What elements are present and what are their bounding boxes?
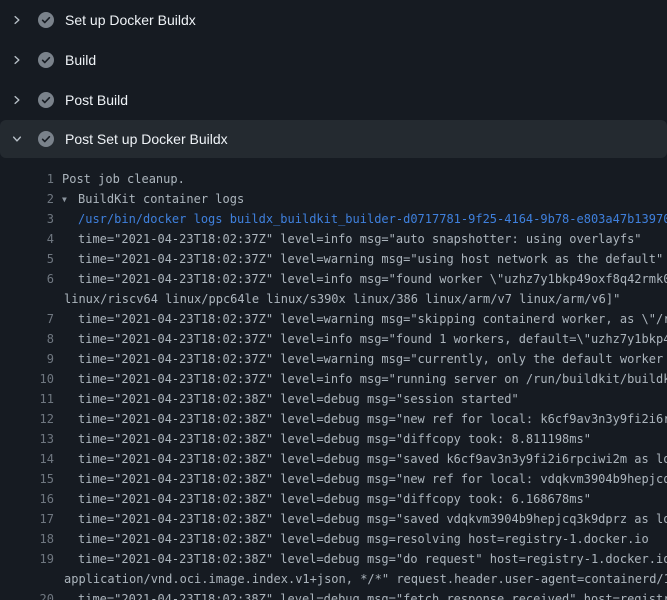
log-text: time="2021-04-23T18:02:37Z" level=warnin… [54,249,663,269]
log-text: time="2021-04-23T18:02:38Z" level=debug … [54,389,519,409]
log-line: 20time="2021-04-23T18:02:38Z" level=debu… [0,589,667,600]
chevron-down-icon[interactable] [11,133,23,145]
log-line-number[interactable]: 6 [0,269,54,289]
log-text: time="2021-04-23T18:02:38Z" level=debug … [54,449,667,469]
log-line: 8time="2021-04-23T18:02:37Z" level=info … [0,329,667,349]
log-text: time="2021-04-23T18:02:38Z" level=debug … [54,469,667,489]
log-line-number[interactable]: 15 [0,469,54,489]
chevron-right-icon[interactable] [11,94,23,106]
log-line-number[interactable]: 19 [0,549,54,569]
step-header-post-build[interactable]: Post Build [0,80,667,120]
log-line-number[interactable]: 11 [0,389,54,409]
log-line: 14time="2021-04-23T18:02:38Z" level=debu… [0,449,667,469]
log-line-number[interactable]: 5 [0,249,54,269]
log-line-number[interactable]: 16 [0,489,54,509]
log-text: time="2021-04-23T18:02:38Z" level=debug … [54,509,667,529]
log-line-number [0,289,54,309]
log-line-number[interactable]: 4 [0,229,54,249]
log-text: time="2021-04-23T18:02:37Z" level=info m… [54,329,667,349]
log-command-text: /usr/bin/docker logs buildx_buildkit_bui… [54,209,667,229]
log-text: time="2021-04-23T18:02:38Z" level=debug … [54,489,591,509]
log-text: application/vnd.oci.image.index.v1+json,… [54,569,667,589]
log-text: Post job cleanup. [54,169,185,189]
log-text: time="2021-04-23T18:02:38Z" level=debug … [54,589,667,600]
log-line: 1Post job cleanup. [0,169,667,189]
log-line: 15time="2021-04-23T18:02:38Z" level=debu… [0,469,667,489]
log-line-number[interactable]: 9 [0,349,54,369]
log-line-number[interactable]: 2 [0,189,54,209]
log-line: 18time="2021-04-23T18:02:38Z" level=debu… [0,529,667,549]
log-line: 11time="2021-04-23T18:02:38Z" level=debu… [0,389,667,409]
log-line: 16time="2021-04-23T18:02:38Z" level=debu… [0,489,667,509]
check-circle-icon [38,131,54,147]
log-line-continuation: linux/riscv64 linux/ppc64le linux/s390x … [0,289,667,309]
log-line-number[interactable]: 20 [0,589,54,600]
log-line-number[interactable]: 8 [0,329,54,349]
step-list: Set up Docker Buildx Build Post Build Post … [0,0,667,158]
log-text: linux/riscv64 linux/ppc64le linux/s390x … [54,289,620,309]
log-line: 17time="2021-04-23T18:02:38Z" level=debu… [0,509,667,529]
log-text: time="2021-04-23T18:02:37Z" level=info m… [54,229,642,249]
log-line: 19time="2021-04-23T18:02:38Z" level=debu… [0,549,667,569]
log-text: time="2021-04-23T18:02:38Z" level=debug … [54,529,649,549]
log-line: 12time="2021-04-23T18:02:38Z" level=debu… [0,409,667,429]
log-line-continuation: application/vnd.oci.image.index.v1+json,… [0,569,667,589]
step-label: Set up Docker Buildx [65,12,196,28]
step-header-post-set-up-docker-buildx[interactable]: Post Set up Docker Buildx [0,120,667,158]
log-line-number[interactable]: 12 [0,409,54,429]
log-line-number [0,569,54,589]
log-text: time="2021-04-23T18:02:37Z" level=warnin… [54,309,667,329]
log-text: time="2021-04-23T18:02:37Z" level=info m… [54,369,667,389]
log-line-number[interactable]: 1 [0,169,54,189]
log-line: 4time="2021-04-23T18:02:37Z" level=info … [0,229,667,249]
step-header-build[interactable]: Build [0,40,667,80]
log-text: time="2021-04-23T18:02:38Z" level=debug … [54,549,667,569]
chevron-right-icon[interactable] [11,14,23,26]
check-circle-icon [38,12,54,28]
log-text: time="2021-04-23T18:02:38Z" level=debug … [54,429,591,449]
log-line-number[interactable]: 10 [0,369,54,389]
step-header-set-up-docker-buildx[interactable]: Set up Docker Buildx [0,0,667,40]
log-line-number[interactable]: 14 [0,449,54,469]
log-text: time="2021-04-23T18:02:38Z" level=debug … [54,409,667,429]
log-line: 7time="2021-04-23T18:02:37Z" level=warni… [0,309,667,329]
log-line-number[interactable]: 3 [0,209,54,229]
log-line: 13time="2021-04-23T18:02:38Z" level=debu… [0,429,667,449]
step-label: Build [65,52,96,68]
log-line: 2▼BuildKit container logs [0,189,667,209]
log-lines: 1Post job cleanup.2▼BuildKit container l… [0,158,667,600]
log-line: 6time="2021-04-23T18:02:37Z" level=info … [0,269,667,289]
log-group-toggle[interactable]: ▼BuildKit container logs [54,189,244,209]
log-group-title[interactable]: BuildKit container logs [78,192,244,206]
actions-log-viewer: Set up Docker Buildx Build Post Build Post … [0,0,667,600]
log-line-number[interactable]: 18 [0,529,54,549]
check-circle-icon [38,92,54,108]
step-label: Post Set up Docker Buildx [65,131,228,147]
log-line: 10time="2021-04-23T18:02:37Z" level=info… [0,369,667,389]
step-label: Post Build [65,92,128,108]
triangle-down-icon[interactable]: ▼ [62,190,78,210]
log-line-number[interactable]: 17 [0,509,54,529]
log-text: time="2021-04-23T18:02:37Z" level=warnin… [54,349,667,369]
log-text: time="2021-04-23T18:02:37Z" level=info m… [54,269,667,289]
check-circle-icon [38,52,54,68]
chevron-right-icon[interactable] [11,54,23,66]
log-line-number[interactable]: 13 [0,429,54,449]
log-line: 3/usr/bin/docker logs buildx_buildkit_bu… [0,209,667,229]
log-line-number[interactable]: 7 [0,309,54,329]
log-line: 5time="2021-04-23T18:02:37Z" level=warni… [0,249,667,269]
log-line: 9time="2021-04-23T18:02:37Z" level=warni… [0,349,667,369]
